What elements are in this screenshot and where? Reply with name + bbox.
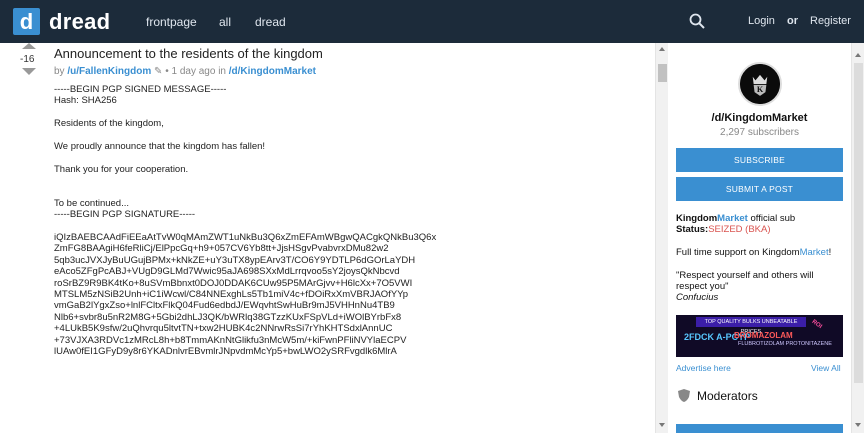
nav-dread[interactable]: dread [255, 15, 286, 29]
sidebar-bottom-button[interactable] [676, 424, 843, 433]
banner-mid-text: BROMAZOLAM [734, 331, 793, 340]
svg-text:K: K [757, 85, 764, 94]
banner-side-text: ROI [810, 319, 823, 331]
upvote-arrow-icon[interactable] [22, 43, 36, 49]
scroll-up-arrow-icon[interactable] [659, 47, 665, 51]
quote-text: "Respect yourself and others will respec… [676, 270, 814, 292]
scroll-down-arrow-icon[interactable] [659, 423, 665, 427]
dot-separator: • [165, 66, 169, 77]
post-body-line: -----BEGIN PGP SIGNATURE----- [54, 209, 196, 221]
status-value: SEIZED (BKA) [708, 224, 771, 235]
page-scroll-thumb[interactable] [854, 63, 863, 383]
status-label: Status: [676, 224, 709, 235]
subdread-link[interactable]: /d/KingdomMarket [229, 66, 316, 77]
sub-description: KingdomMarket official sub Status:SEIZED… [676, 213, 848, 235]
moderators-heading: Moderators [697, 389, 758, 403]
register-link[interactable]: Register [810, 15, 851, 27]
subscribe-button[interactable]: SUBSCRIBE [676, 148, 843, 172]
dread-logo[interactable]: d [13, 8, 40, 35]
or-separator: or [787, 15, 798, 27]
meta-by: by [54, 66, 65, 77]
post-scrollbar[interactable] [655, 43, 668, 433]
post-body-line [54, 152, 644, 163]
author-link[interactable]: /u/FallenKingdom [67, 66, 151, 77]
post-body-line: Nlb6+svbr8u5nR2M8G+5Gbi2dhLJ3QK/bWRlq38G… [54, 311, 402, 323]
post-body-line [54, 175, 644, 186]
post-body-line: -----BEGIN PGP SIGNED MESSAGE----- [54, 84, 227, 95]
vote-count: -16 [20, 54, 35, 65]
page-scroll-down-icon[interactable] [855, 423, 861, 427]
search-icon[interactable] [689, 13, 705, 29]
post-body-line [54, 130, 644, 141]
scroll-thumb[interactable] [658, 64, 667, 82]
nav-all[interactable]: all [219, 15, 231, 29]
shield-icon [678, 389, 690, 402]
desc-kingdom: Kingdom [676, 213, 718, 224]
sidebar: K /d/KingdomMarket 2,297 subscribers SUB… [668, 43, 851, 433]
banner-top-text: TOP QUALITY BULKS UNBEATABLE PRICES [696, 317, 806, 335]
submit-post-button[interactable]: SUBMIT A POST [676, 177, 843, 201]
downvote-arrow-icon[interactable] [22, 68, 36, 75]
kingdom-logo-icon: K [738, 62, 782, 106]
post-body-line: Residents of the kingdom, [54, 118, 164, 130]
quote: "Respect yourself and others will respec… [676, 270, 846, 303]
support-market: Market [799, 247, 829, 258]
sidebar-sub-name[interactable]: /d/KingdomMarket [668, 112, 851, 124]
post-meta: by /u/FallenKingdom ✎ • 1 day ago in /d/… [54, 66, 316, 77]
subscriber-count: 2,297 subscribers [720, 127, 799, 138]
post-body-line: MTSLM5zNSiB2Unh+iC1iWcwl/C84NNExghLs5Tb1… [54, 289, 409, 301]
page-scrollbar[interactable] [851, 43, 864, 433]
post-body-line: iQIzBAEBCAAdFiEEaAtTvW0qMAmZWT1uNkBu3Q6x… [54, 232, 437, 244]
desc-market: Market [717, 213, 748, 224]
view-all-link[interactable]: View All [811, 363, 841, 373]
pen-icon: ✎ [154, 66, 163, 77]
post-body-line: +73VJXA3RDVc1zMRcL8h+b8TmmAKnNtGlikfu3nM… [54, 334, 407, 346]
post-body-line: 5qb3ucJVXJyBuUGujBPMx+kNkZE+uY3uTX8ypEAr… [54, 254, 416, 266]
post-body-line: vmGaB2lYgxZso+lnlFCltxFlkQ04Fud6edbdJ/EW… [54, 300, 395, 312]
brand-name[interactable]: dread [49, 9, 110, 35]
post-body-line: To be continued... [54, 197, 129, 209]
post-content: -16 Announcement to the residents of the… [0, 43, 655, 433]
post-time: 1 day ago in [171, 66, 226, 77]
post-body-line: lUAw0fEI1GFyD9y8r6YKADnlvrEBvmlrJNpvdmMc… [54, 345, 397, 357]
post-title[interactable]: Announcement to the residents of the kin… [54, 46, 323, 61]
login-link[interactable]: Login [748, 15, 775, 27]
support-prefix: Full time support on Kingdom [676, 247, 800, 258]
support-suffix: ! [828, 247, 832, 258]
desc-suffix: official sub [750, 213, 796, 224]
post-body: -----BEGIN PGP SIGNED MESSAGE----- Hash: … [54, 84, 644, 357]
support-text: Full time support on KingdomMarket! [676, 247, 851, 258]
post-body-line: Hash: SHA256 [54, 95, 117, 107]
top-navbar: d dread frontpage all dread Login or Reg… [0, 0, 864, 43]
quote-author: Confucius [676, 292, 719, 303]
post-body-line: We proudly announce that the kingdom has… [54, 140, 266, 152]
page-scroll-up-icon[interactable] [855, 53, 861, 57]
advertisement-banner[interactable]: TOP QUALITY BULKS UNBEATABLE PRICES 2FDC… [676, 315, 843, 357]
banner-sub-text: FLUBROTIZOLAM PROTONITAZENE [738, 341, 832, 347]
post-body-line [54, 221, 644, 232]
post-body-line: +4LUkB5K9sfw/2uQhvrqu5ltvtTN+txw2HUBK4c2… [54, 323, 393, 335]
post-body-line [54, 187, 644, 198]
nav-frontpage[interactable]: frontpage [146, 15, 197, 29]
post-body-line: eAco5ZFgPcABJ+VUgD9GLMd7Wwic95aJA698SXxM… [54, 266, 400, 278]
post-body-line: ZmFG8BAAgiH6feRliCj/ElPpcGq+h9+057CV6Yb8… [54, 243, 389, 255]
advertise-link[interactable]: Advertise here [676, 363, 731, 373]
post-body-line: Thank you for your cooperation. [54, 163, 189, 175]
post-body-line: roSrBZ9R9BK4tKo+8uSVmBbnxt0DOJ0DDAK6CUw9… [54, 277, 413, 289]
post-body-line [54, 107, 644, 118]
